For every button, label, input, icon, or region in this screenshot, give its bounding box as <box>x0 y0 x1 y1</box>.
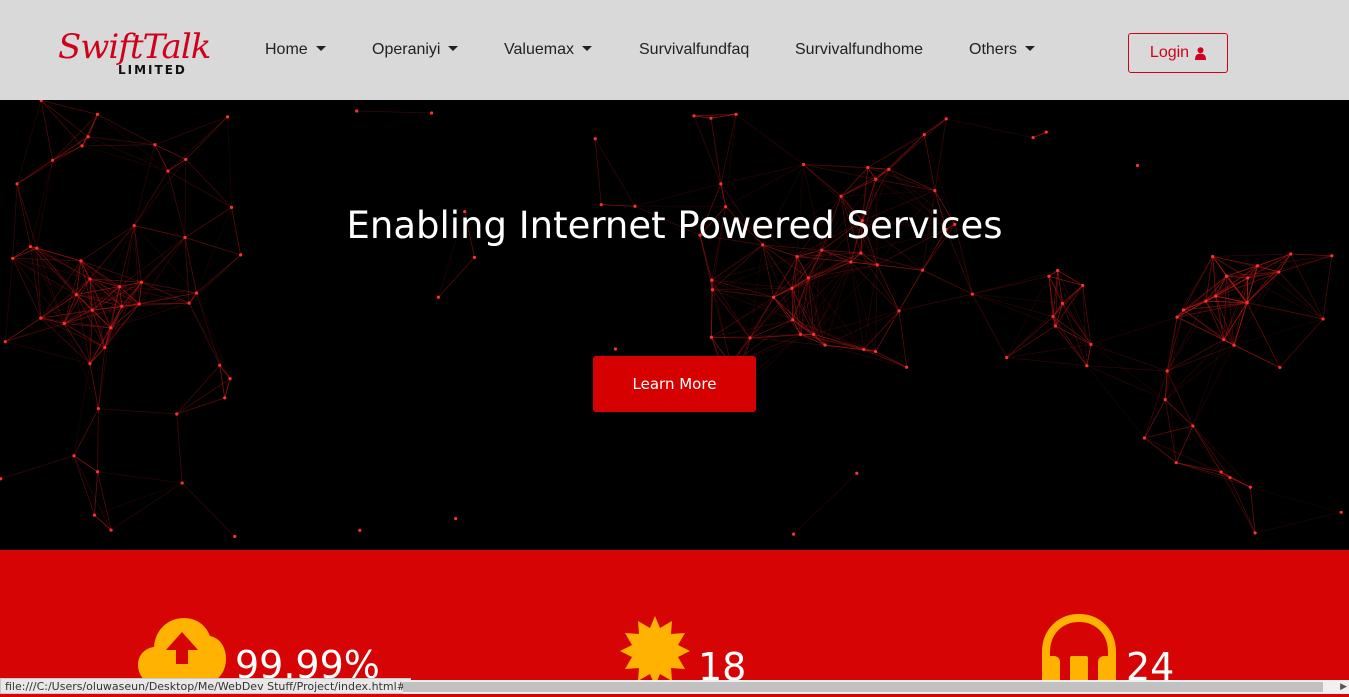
brand-logo[interactable]: SwiftTalk LIMITED <box>58 27 211 80</box>
stats-section: 99.99% 18 24 <box>0 550 1349 697</box>
chevron-down-icon <box>581 46 592 51</box>
nav-item-home[interactable]: Home <box>265 41 326 59</box>
browser-status-url: file:///C:/Users/oluwaseun/Desktop/Me/We… <box>0 678 411 694</box>
cloud-upload-icon <box>138 618 226 684</box>
sun-badge-icon <box>620 616 690 686</box>
nav-item-label: Survivalfundfaq <box>639 41 750 58</box>
nav-item-label: Home <box>265 41 308 58</box>
nav-item-others[interactable]: Others <box>969 41 1036 59</box>
brand-tagline: LIMITED <box>118 63 187 77</box>
horizontal-scrollbar[interactable]: ▶ <box>403 680 1349 694</box>
chevron-down-icon <box>448 46 459 51</box>
nav-item-survivalfundfaq[interactable]: Survivalfundfaq <box>639 41 749 59</box>
nav-item-label: Operaniyi <box>372 41 441 58</box>
nav-item-valuemax[interactable]: Valuemax <box>504 41 592 59</box>
chevron-down-icon <box>315 46 326 51</box>
nav-item-operaniyi[interactable]: Operaniyi <box>372 41 459 59</box>
hero-section: Enabling Internet Powered Services Learn… <box>0 100 1349 550</box>
hero-title: Enabling Internet Powered Services <box>346 204 1003 247</box>
learn-more-button[interactable]: Learn More <box>593 356 756 412</box>
scroll-right-icon[interactable]: ▶ <box>1340 681 1347 692</box>
scrollbar-thumb[interactable] <box>403 682 1323 692</box>
headphones-icon <box>1042 614 1116 688</box>
nav-item-survivalfundhome[interactable]: Survivalfundhome <box>795 41 923 59</box>
login-button[interactable]: Login <box>1128 33 1228 73</box>
login-label: Login <box>1149 44 1190 61</box>
user-icon <box>1195 46 1207 60</box>
nav-item-label: Survivalfundhome <box>795 41 924 58</box>
network-background <box>0 100 1343 539</box>
brand-name: SwiftTalk <box>58 27 211 67</box>
top-navbar: SwiftTalk LIMITED Home Operaniyi Valuema… <box>0 0 1349 100</box>
nav-item-label: Valuemax <box>504 41 574 58</box>
nav-item-label: Others <box>969 41 1018 58</box>
chevron-down-icon <box>1025 46 1036 51</box>
